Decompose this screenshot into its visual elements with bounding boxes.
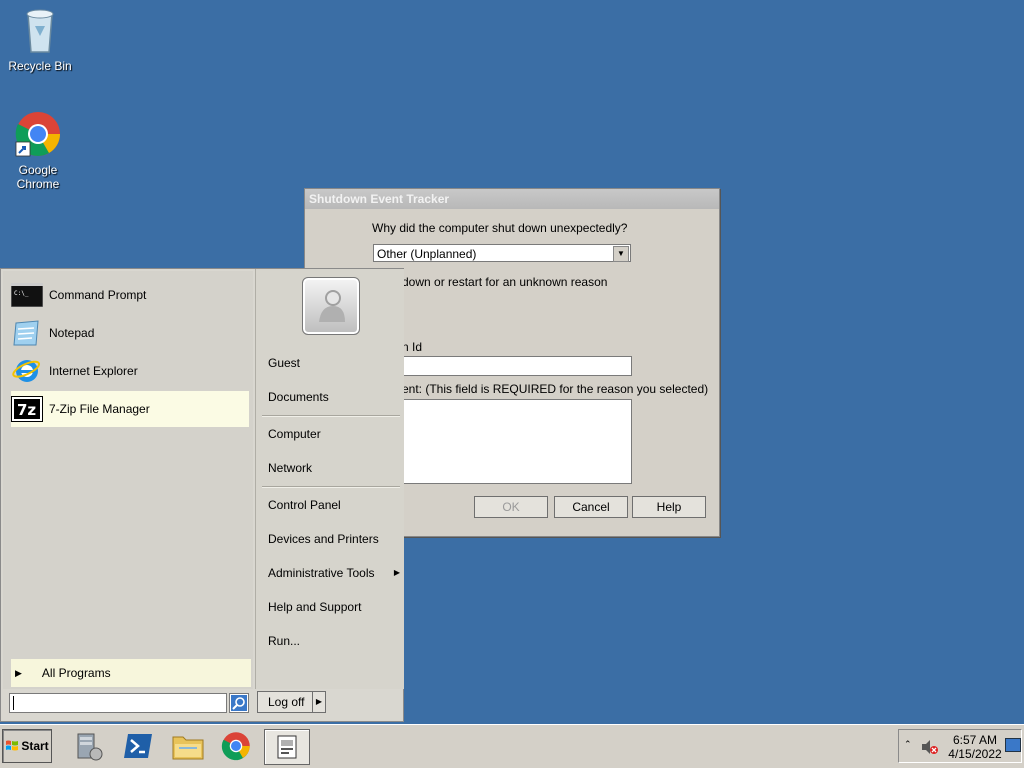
volume-muted-icon[interactable] [921,739,939,755]
clock[interactable]: 6:57 AM 4/15/2022 [945,733,1005,761]
start-item-label: Internet Explorer [49,364,138,378]
comment-label: ent: (This field is REQUIRED for the rea… [402,382,709,396]
start-button[interactable]: Start [2,729,52,763]
recycle-bin-label: Recycle Bin [8,59,72,73]
powershell-icon [124,734,152,758]
start-item-computer[interactable]: Computer [268,427,321,441]
text-cursor [13,696,14,710]
start-item-label: 7-Zip File Manager [49,402,150,416]
desktop-icon-google-chrome[interactable]: Google Chrome [0,110,78,191]
chevron-down-icon[interactable]: ▼ [613,246,629,262]
start-item-control-panel[interactable]: Control Panel [268,498,341,512]
server-manager-icon [77,733,103,761]
start-menu-programs-pane: C:\_ Command Prompt Notepad Internet Exp… [3,271,253,689]
comment-textarea[interactable] [402,399,632,484]
reason-select-value: Other (Unplanned) [377,247,477,261]
start-item-guest[interactable]: Guest [268,356,300,370]
reason-description: down or restart for an unknown reason [402,275,608,289]
start-item-notepad[interactable]: Notepad [11,315,249,351]
clock-date: 4/15/2022 [948,747,1002,761]
desktop-icon-recycle-bin[interactable]: Recycle Bin [0,6,80,73]
chevron-right-icon: ▶ [15,667,22,678]
dialog-question: Why did the computer shut down unexpecte… [372,221,628,235]
chevron-right-icon: ▶ [315,697,323,706]
recycle-bin-icon [26,9,54,53]
problem-id-label: n Id [402,340,423,354]
system-tray: ⌃ 6:57 AM 4/15/2022 [898,729,1022,763]
start-item-documents[interactable]: Documents [268,390,329,404]
all-programs-button[interactable]: ▶ All Programs [11,659,251,687]
log-off-button[interactable]: Log off [257,691,313,713]
taskbar-google-chrome[interactable] [216,729,256,763]
administrative-tools-label: Administrative Tools [268,566,375,580]
explorer-icon [172,736,204,760]
taskbar-shutdown-event-tracker[interactable] [264,729,310,765]
cancel-button[interactable]: Cancel [554,496,628,518]
start-item-label: Command Prompt [49,288,147,302]
internet-explorer-icon [11,357,43,385]
svg-text:7z: 7z [17,401,36,419]
show-desktop-button[interactable] [1005,738,1021,752]
search-button[interactable] [229,693,249,713]
taskbar-windows-explorer[interactable] [168,729,208,763]
windows-logo-icon [6,740,19,751]
start-item-internet-explorer[interactable]: Internet Explorer [11,353,249,389]
taskbar-powershell[interactable] [118,729,158,763]
dialog-title: Shutdown Event Tracker [305,189,719,209]
start-item-run[interactable]: Run... [268,634,300,648]
user-icon [319,290,345,322]
start-item-network[interactable]: Network [268,461,312,475]
start-menu-places-pane: Guest Documents Computer Network Control… [255,269,404,689]
start-item-help-and-support[interactable]: Help and Support [268,600,361,614]
all-programs-label: All Programs [41,666,111,680]
start-item-administrative-tools[interactable]: Administrative Tools ▶ [268,566,400,580]
reason-select[interactable]: Other (Unplanned) ▼ [373,244,631,262]
start-item-devices-and-printers[interactable]: Devices and Printers [268,532,379,546]
start-label: Start [21,739,49,753]
start-item-command-prompt[interactable]: C:\_ Command Prompt [11,277,249,313]
problem-id-input[interactable] [402,356,632,376]
chrome-icon [15,112,60,157]
command-prompt-icon: C:\_ [11,281,43,309]
start-item-label: Notepad [49,326,95,340]
start-menu: C:\_ Command Prompt Notepad Internet Exp… [0,268,404,722]
shutdown-tracker-icon [277,735,297,759]
search-icon [231,695,247,711]
clock-time: 6:57 AM [952,733,998,747]
svg-text:C:\_: C:\_ [14,290,29,297]
help-button[interactable]: Help [632,496,706,518]
start-item-7zip[interactable]: 7z 7-Zip File Manager [11,391,249,427]
separator [262,486,400,488]
chrome-icon [221,732,250,761]
7zip-icon: 7z [11,395,43,423]
taskbar: Start ⌃ 6:57 AM 4/15/2022 [0,724,1024,768]
start-search-input[interactable] [9,693,227,713]
ok-button[interactable]: OK [474,496,548,518]
chevron-right-icon: ▶ [393,568,400,577]
taskbar-server-manager[interactable] [68,729,108,763]
notepad-icon [11,319,43,347]
separator [262,415,400,417]
user-picture-avatar[interactable] [302,277,360,335]
show-hidden-icons-icon[interactable]: ⌃ [904,739,912,750]
log-off-options-button[interactable]: ▶ [312,691,326,713]
google-chrome-label: Google Chrome [16,163,60,191]
